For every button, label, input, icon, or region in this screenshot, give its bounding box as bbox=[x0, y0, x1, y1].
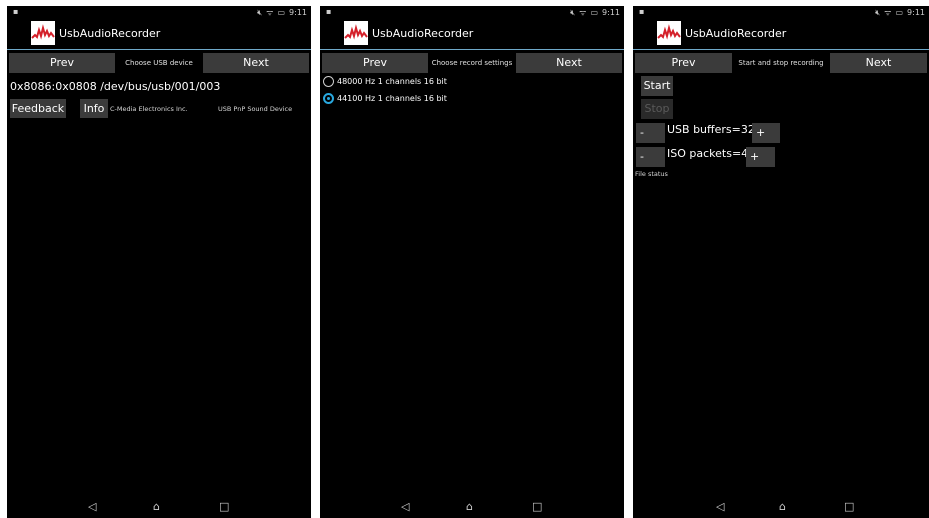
step-label: Start and stop recording bbox=[738, 59, 824, 67]
status-time: 9:11 bbox=[602, 8, 620, 17]
step-navigation: Prev Start and stop recording Next bbox=[634, 53, 928, 73]
battery-icon: ▭ bbox=[895, 8, 904, 17]
stop-button[interactable]: Stop bbox=[641, 99, 673, 119]
wifi-icon: ᯤ bbox=[266, 8, 274, 17]
device-manufacturer: C-Media Electronics Inc. bbox=[110, 105, 188, 113]
start-button[interactable]: Start bbox=[641, 76, 673, 96]
wifi-icon: ᯤ bbox=[884, 8, 892, 17]
notification-icon: ▪ bbox=[639, 7, 645, 16]
app-title: UsbAudioRecorder bbox=[59, 27, 161, 40]
back-icon[interactable]: ◁ bbox=[88, 500, 96, 513]
device-path[interactable]: 0x8086:0x0808 /dev/bus/usb/001/003 bbox=[10, 80, 220, 93]
app-bar: UsbAudioRecorder bbox=[633, 19, 929, 50]
app-logo-icon bbox=[31, 21, 55, 45]
app-bar-divider bbox=[7, 49, 311, 50]
iso-packets-value: ISO packets=4 bbox=[667, 147, 749, 160]
feedback-button[interactable]: Feedback bbox=[10, 99, 66, 118]
usb-buffers-value: USB buffers=32 bbox=[667, 123, 755, 136]
system-navigation-bar: ◁ ⌂ □ bbox=[633, 500, 929, 516]
home-icon[interactable]: ⌂ bbox=[466, 500, 473, 513]
status-bar: ▪ 🔇︎ ᯤ ▭ 9:11 bbox=[633, 6, 929, 18]
app-title: UsbAudioRecorder bbox=[685, 27, 787, 40]
wifi-icon: ᯤ bbox=[579, 8, 587, 17]
next-button[interactable]: Next bbox=[830, 53, 927, 73]
mute-icon: 🔇︎ bbox=[875, 8, 881, 17]
step-navigation: Prev Choose record settings Next bbox=[321, 53, 623, 73]
home-icon[interactable]: ⌂ bbox=[153, 500, 160, 513]
prev-button[interactable]: Prev bbox=[322, 53, 428, 73]
back-icon[interactable]: ◁ bbox=[716, 500, 724, 513]
recent-apps-icon[interactable]: □ bbox=[844, 500, 854, 513]
recent-apps-icon[interactable]: □ bbox=[219, 500, 229, 513]
app-bar-divider bbox=[320, 49, 624, 50]
home-icon[interactable]: ⌂ bbox=[779, 500, 786, 513]
radio-button[interactable] bbox=[323, 93, 334, 104]
option-label: 44100 Hz 1 channels 16 bit bbox=[337, 94, 447, 103]
system-navigation-bar: ◁ ⌂ □ bbox=[320, 500, 624, 516]
iso-packets-increase-button[interactable]: + bbox=[746, 147, 775, 167]
file-status: File status bbox=[635, 170, 668, 178]
next-button[interactable]: Next bbox=[203, 53, 309, 73]
app-bar-divider bbox=[633, 49, 929, 50]
radio-button[interactable] bbox=[323, 76, 334, 87]
usb-buffers-decrease-button[interactable]: - bbox=[636, 123, 665, 143]
device-product: USB PnP Sound Device bbox=[218, 105, 293, 113]
mute-icon: 🔇︎ bbox=[257, 8, 263, 17]
status-bar: ▪ 🔇︎ ᯤ ▭ 9:11 bbox=[320, 6, 624, 18]
iso-packets-decrease-button[interactable]: - bbox=[636, 147, 665, 167]
battery-icon: ▭ bbox=[590, 8, 599, 17]
usb-buffers-increase-button[interactable]: + bbox=[752, 123, 780, 143]
app-logo-icon bbox=[657, 21, 681, 45]
back-icon[interactable]: ◁ bbox=[401, 500, 409, 513]
mute-icon: 🔇︎ bbox=[570, 8, 576, 17]
notification-icon: ▪ bbox=[13, 7, 19, 16]
next-button[interactable]: Next bbox=[516, 53, 622, 73]
prev-button[interactable]: Prev bbox=[635, 53, 732, 73]
battery-icon: ▭ bbox=[277, 8, 286, 17]
step-label: Choose USB device bbox=[125, 59, 193, 67]
app-bar: UsbAudioRecorder bbox=[7, 19, 311, 50]
option-label: 48000 Hz 1 channels 16 bit bbox=[337, 77, 447, 86]
notification-icon: ▪ bbox=[326, 7, 332, 16]
info-button[interactable]: Info bbox=[80, 99, 108, 118]
status-time: 9:11 bbox=[907, 8, 925, 17]
recent-apps-icon[interactable]: □ bbox=[532, 500, 542, 513]
screen-start-stop-recording: ▪ 🔇︎ ᯤ ▭ 9:11 UsbAudioRecorder Prev Start a… bbox=[633, 6, 929, 518]
system-navigation-bar: ◁ ⌂ □ bbox=[7, 500, 311, 516]
screen-choose-record-settings: ▪ 🔇︎ ᯤ ▭ 9:11 UsbAudioRecorder Prev Choose … bbox=[320, 6, 624, 518]
app-bar: UsbAudioRecorder bbox=[320, 19, 624, 50]
app-logo-icon bbox=[344, 21, 368, 45]
prev-button[interactable]: Prev bbox=[9, 53, 115, 73]
app-title: UsbAudioRecorder bbox=[372, 27, 474, 40]
screen-choose-usb-device: ▪ 🔇︎ ᯤ ▭ 9:11 UsbAudioRecorder Prev Choose … bbox=[7, 6, 311, 518]
status-time: 9:11 bbox=[289, 8, 307, 17]
status-bar: ▪ 🔇︎ ᯤ ▭ 9:11 bbox=[7, 6, 311, 18]
step-label: Choose record settings bbox=[431, 59, 513, 67]
step-navigation: Prev Choose USB device Next bbox=[8, 53, 310, 73]
